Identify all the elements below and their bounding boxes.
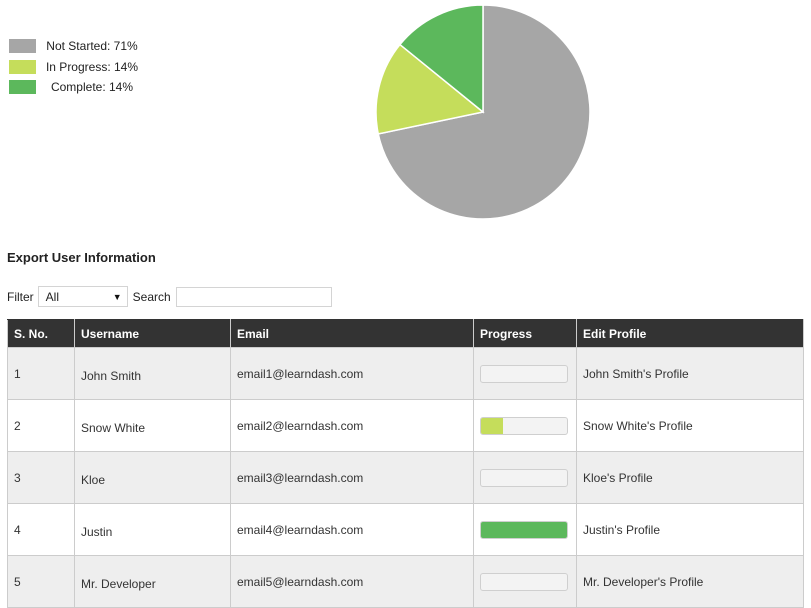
- table-row: 5 Mr. Developer email5@learndash.com Mr.…: [7, 555, 804, 608]
- legend-swatch: [9, 59, 36, 74]
- table-row: 3 Kloe email3@learndash.com Kloe's Profi…: [7, 451, 804, 504]
- cell-progress: [473, 503, 577, 556]
- cell-sno: 3: [7, 451, 75, 504]
- cell-edit-profile[interactable]: Kloe's Profile: [576, 451, 804, 504]
- legend-label: In Progress: 14%: [45, 59, 139, 74]
- progress-pie-chart: [375, 4, 591, 220]
- cell-email: email1@learndash.com: [230, 347, 474, 400]
- header-username[interactable]: Username: [74, 319, 231, 348]
- header-email[interactable]: Email: [230, 319, 474, 348]
- cell-progress: [473, 347, 577, 400]
- cell-username: Mr. Developer: [74, 555, 231, 608]
- legend-item-in-progress: In Progress: 14%: [9, 57, 148, 78]
- legend-label: Complete: 14%: [50, 80, 134, 95]
- edit-profile-link[interactable]: John Smith's Profile: [583, 367, 689, 381]
- filter-label: Filter: [7, 289, 34, 304]
- progress-bar: [480, 572, 568, 591]
- progress-bar: [480, 520, 568, 539]
- table-header-row: S. No. Username Email Progress Edit Prof…: [7, 319, 804, 348]
- section-title: Export User Information: [7, 250, 156, 265]
- table-row: 2 Snow White email2@learndash.com Snow W…: [7, 399, 804, 452]
- legend-label: Not Started: 71%: [46, 39, 138, 54]
- header-progress[interactable]: Progress: [473, 319, 577, 348]
- cell-email: email4@learndash.com: [230, 503, 474, 556]
- search-label: Search: [132, 289, 171, 304]
- filter-select[interactable]: All ▼: [37, 286, 128, 307]
- cell-email: email5@learndash.com: [230, 555, 474, 608]
- edit-profile-link[interactable]: Kloe's Profile: [583, 471, 653, 485]
- cell-email: email2@learndash.com: [230, 399, 474, 452]
- cell-sno: 2: [7, 399, 75, 452]
- table-row: 4 Justin email4@learndash.com Justin's P…: [7, 503, 804, 556]
- legend-swatch: [9, 39, 36, 54]
- progress-bar: [480, 416, 568, 435]
- edit-profile-link[interactable]: Justin's Profile: [583, 523, 660, 537]
- cell-sno: 4: [7, 503, 75, 556]
- legend-swatch: [9, 80, 36, 95]
- cell-email: email3@learndash.com: [230, 451, 474, 504]
- cell-username: John Smith: [74, 347, 231, 400]
- cell-progress: [473, 399, 577, 452]
- legend-item-not-started: Not Started: 71%: [9, 36, 148, 57]
- dropdown-arrow-icon: ▼: [112, 291, 122, 302]
- cell-progress: [473, 451, 577, 504]
- header-sno[interactable]: S. No.: [7, 319, 75, 348]
- progress-bar-fill: [481, 521, 567, 538]
- search-input[interactable]: [175, 286, 332, 307]
- cell-edit-profile[interactable]: Justin's Profile: [576, 503, 804, 556]
- cell-sno: 5: [7, 555, 75, 608]
- filter-bar: Filter All ▼ Search: [7, 286, 332, 307]
- cell-edit-profile[interactable]: Mr. Developer's Profile: [576, 555, 804, 608]
- table-row: 1 John Smith email1@learndash.com John S…: [7, 347, 804, 400]
- progress-bar: [480, 364, 568, 383]
- cell-progress: [473, 555, 577, 608]
- cell-edit-profile[interactable]: John Smith's Profile: [576, 347, 804, 400]
- chart-legend: Not Started: 71% In Progress: 14% Comple…: [9, 36, 148, 98]
- edit-profile-link[interactable]: Snow White's Profile: [583, 419, 693, 433]
- cell-sno: 1: [7, 347, 75, 400]
- progress-bar: [480, 468, 568, 487]
- edit-profile-link[interactable]: Mr. Developer's Profile: [583, 575, 703, 589]
- cell-username: Snow White: [74, 399, 231, 452]
- header-edit-profile[interactable]: Edit Profile: [576, 319, 804, 348]
- users-table: S. No. Username Email Progress Edit Prof…: [7, 319, 804, 608]
- cell-username: Kloe: [74, 451, 231, 504]
- progress-bar-fill: [481, 417, 503, 434]
- cell-edit-profile[interactable]: Snow White's Profile: [576, 399, 804, 452]
- cell-username: Justin: [74, 503, 231, 556]
- filter-selected-value: All: [45, 289, 60, 304]
- legend-item-complete: Complete: 14%: [9, 77, 148, 98]
